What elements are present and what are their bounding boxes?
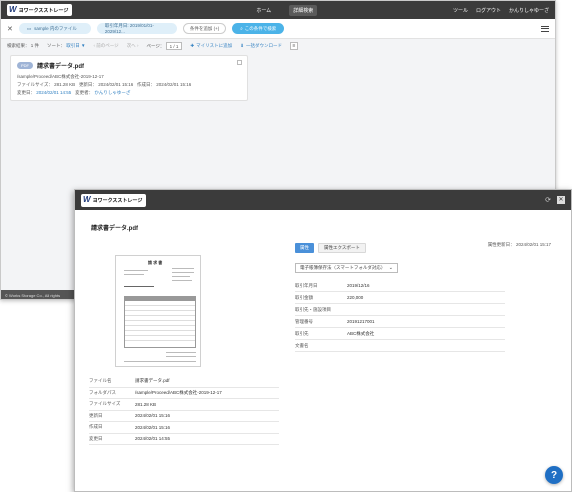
nav-logout[interactable]: ログアウト xyxy=(476,7,501,14)
top-nav-bar: W ヨワークスストレージ ホーム 詳細検索 ツール ログアウト かんりしゃゆーざ xyxy=(1,1,555,19)
add-condition-button[interactable]: 条件を追加 (+) xyxy=(182,23,227,34)
refresh-icon[interactable]: ⟳ xyxy=(545,196,551,204)
nav-home[interactable]: ホーム xyxy=(252,5,275,16)
sort-control[interactable]: ソート： 取引日 ▼ xyxy=(47,43,85,49)
folder-filter-chip[interactable]: ▭ sample 内のファイル xyxy=(18,23,91,34)
attribute-row[interactable]: 取引先 ABC株式会社 xyxy=(295,328,505,340)
view-toggle-icon[interactable]: ≡ xyxy=(289,42,298,50)
attribute-row[interactable]: 取引年月日 2019/12/16 xyxy=(295,280,505,292)
preview-line xyxy=(124,270,148,271)
attribute-tabs: 属性 属性エクスポート xyxy=(295,243,366,253)
nav-advanced-search[interactable]: 詳細検索 xyxy=(289,4,318,16)
help-button[interactable]: ? xyxy=(545,466,563,484)
document-detail-window: W ヨワークスストレージ ⟳ ✕ 請求書データ.pdf 請 求 書 ファイル名請… xyxy=(74,189,572,492)
meta-row: ファイル名 請求書データ.pdf xyxy=(89,376,279,388)
preview-line xyxy=(124,274,144,275)
attribute-row[interactable]: 取引先・施設項目 xyxy=(295,304,505,316)
results-toolbar: 検索結果： 1 件 ソート： 取引日 ▼ ‹ 前のページ 次へ › ページ： 1… xyxy=(1,39,555,53)
file-meta-table: ファイル名 請求書データ.pdf フォルダパス/sample/Proceed/AB… xyxy=(89,376,279,445)
user-nav: ツール ログアウト かんりしゃゆーざ xyxy=(453,7,549,14)
result-sizes: ファイルサイズ： 281.28 KB 更新日： 2024/02/01 15:16… xyxy=(17,82,192,87)
preview-line xyxy=(172,280,192,281)
document-title: 請求書データ.pdf xyxy=(91,226,138,232)
result-modified: 変更日： 2024/02/01 14:55 変更者： かんりしゃゆーざ xyxy=(17,90,131,95)
meta-row: 変更日 2024/02/01 14:55 xyxy=(89,434,279,445)
preview-line xyxy=(172,276,190,277)
folder-icon: ▭ xyxy=(26,25,32,31)
preview-line xyxy=(172,268,194,269)
clear-filters-icon[interactable]: ✕ xyxy=(7,25,13,33)
logo-text: ヨワークスストレージ xyxy=(92,197,143,204)
filter-bar: ✕ ▭ sample 内のファイル 取引年月日: 2019/01/01-2029… xyxy=(1,19,555,39)
page-input[interactable]: 1 / 1 xyxy=(165,42,183,50)
preview-table xyxy=(124,296,196,348)
logo-mark: W xyxy=(9,5,17,14)
copyright-footer: © Works Storage Co., All rights xyxy=(1,290,79,299)
preview-line xyxy=(124,286,154,287)
attribute-row[interactable]: 管理番号 20191217001 xyxy=(295,316,505,328)
search-button-label: この条件で検索 xyxy=(244,25,277,31)
meta-row: ファイルサイズ 281.28 KB xyxy=(89,399,279,411)
folder-filter-label: sample 内のファイル xyxy=(34,25,77,31)
result-path: /sample/Proceed/ABC株式会社-2019-12-17 xyxy=(17,74,104,79)
logo-mark: W xyxy=(83,195,91,204)
main-nav: ホーム 詳細検索 xyxy=(252,4,318,16)
add-mylist-button[interactable]: ✚ マイリストに追加 xyxy=(190,43,232,49)
select-value: 電子帳簿保存法（スマートフォルダ対応） xyxy=(300,265,386,270)
date-filter-chip[interactable]: 取引年月日: 2019/01/01-2029/12... xyxy=(96,23,177,34)
bulk-download-button[interactable]: ⬇ 一括ダウンロード xyxy=(240,43,282,49)
attribute-row[interactable]: 文書名 xyxy=(295,340,505,352)
preview-line xyxy=(124,361,196,362)
logo-text: ヨワークスストレージ xyxy=(18,7,69,14)
tab-attributes[interactable]: 属性 xyxy=(295,243,314,253)
detail-header: W ヨワークスストレージ ⟳ ✕ xyxy=(75,190,571,210)
result-title[interactable]: 請求書データ.pdf xyxy=(37,61,84,70)
date-filter-label: 取引年月日: 2019/01/01-2029/12... xyxy=(104,23,154,34)
app-logo[interactable]: W ヨワークスストレージ xyxy=(7,4,73,16)
preview-line xyxy=(172,272,194,273)
document-preview[interactable]: 請 求 書 xyxy=(115,255,201,367)
page-control: ページ： 1 / 1 xyxy=(146,42,183,50)
attribute-table: 取引年月日 2019/12/16 取引金額 220,000 取引先・施設項目 管理番… xyxy=(295,280,505,352)
download-icon: ⬇ xyxy=(240,43,244,48)
result-count: 検索結果： 1 件 xyxy=(7,43,40,48)
meta-row: フォルダパス/sample/Proceed/ABC株式会社-2019-12-17 xyxy=(89,388,279,399)
meta-row: 更新日 2024/02/01 15:16 xyxy=(89,411,279,422)
file-type-badge: PDF xyxy=(17,62,33,69)
preview-line xyxy=(166,356,196,357)
plus-icon: ✚ xyxy=(190,43,195,48)
card-menu-icon[interactable] xyxy=(237,60,242,65)
tab-attribute-export[interactable]: 属性エクスポート xyxy=(318,243,366,253)
preview-line xyxy=(166,352,196,353)
preview-heading: 請 求 書 xyxy=(148,260,163,265)
search-button[interactable]: ⌕ この条件で検索 xyxy=(232,23,285,34)
attribute-template-select[interactable]: 電子帳簿保存法（スマートフォルダ対応） ⌄ xyxy=(295,263,398,273)
search-icon: ⌕ xyxy=(240,26,243,31)
menu-icon[interactable] xyxy=(541,25,549,32)
attribute-updated: 属性更新日： 2024/02/01 15:17 xyxy=(487,242,551,247)
chevron-down-icon: ⌄ xyxy=(388,265,393,271)
app-logo: W ヨワークスストレージ xyxy=(81,193,147,207)
nav-user[interactable]: かんりしゃゆーざ xyxy=(509,7,549,14)
meta-row: 作成日 2024/02/01 15:16 xyxy=(89,422,279,434)
prev-page-link[interactable]: ‹ 前のページ xyxy=(94,43,119,49)
result-card[interactable]: PDF 請求書データ.pdf /sample/Proceed/ABC株式会社-2… xyxy=(10,55,248,101)
nav-tools[interactable]: ツール xyxy=(453,7,468,14)
attribute-row[interactable]: 取引金額 220,000 xyxy=(295,292,505,304)
close-icon[interactable]: ✕ xyxy=(557,196,565,204)
next-page-link[interactable]: 次へ › xyxy=(127,43,139,49)
